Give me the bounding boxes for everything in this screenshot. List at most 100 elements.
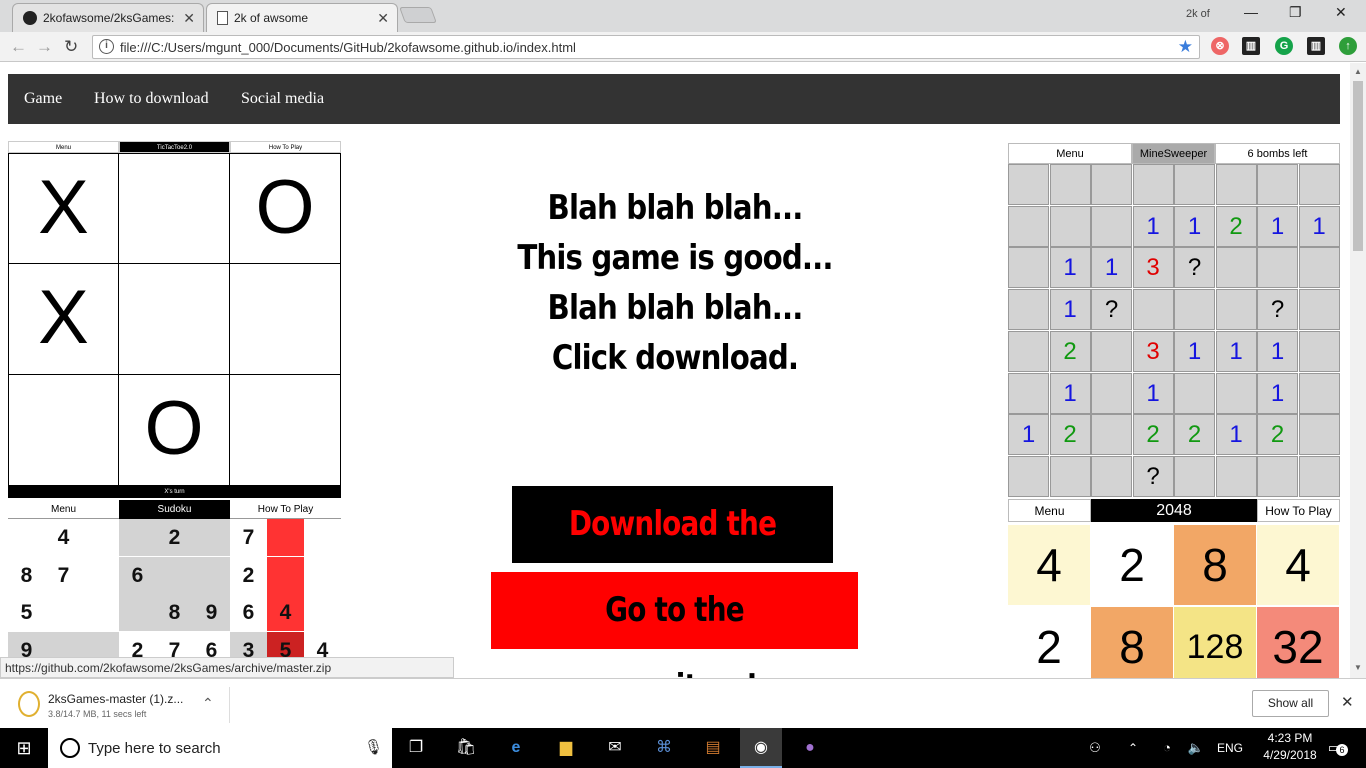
sudoku-cell[interactable]: 6 — [230, 594, 267, 631]
sudoku-cell[interactable] — [304, 519, 341, 556]
sudoku-cell[interactable]: 2 — [156, 519, 193, 556]
ms-cell[interactable] — [1174, 372, 1215, 414]
python-icon[interactable]: ⌘ — [652, 736, 676, 760]
ttt-cell[interactable]: X — [8, 153, 119, 264]
sudoku-cell[interactable] — [82, 519, 119, 556]
ms-cell[interactable] — [1215, 164, 1257, 205]
sudoku-cell[interactable]: 4 — [45, 519, 82, 556]
nav-social-media[interactable]: Social media — [241, 90, 324, 108]
ms-cell[interactable]: 1 — [1091, 247, 1132, 289]
clock-time[interactable]: 4:23 PM — [1262, 731, 1318, 745]
ms-cell[interactable]: ? — [1174, 247, 1215, 289]
mail-icon[interactable]: ✉ — [603, 736, 627, 760]
ms-menu-button[interactable]: Menu — [1008, 143, 1132, 164]
extension-icon-building-2[interactable]: ▥ — [1307, 37, 1325, 55]
ms-cell[interactable]: 2 — [1049, 414, 1091, 456]
ttt-cell[interactable] — [118, 153, 230, 264]
sudoku-cell[interactable] — [82, 594, 119, 631]
ttt-cell[interactable] — [118, 263, 230, 375]
info-icon[interactable]: i — [99, 39, 114, 54]
sudoku-how-to-play-button[interactable]: How To Play — [230, 500, 341, 519]
sudoku-cell[interactable] — [304, 594, 341, 631]
ttt-cell[interactable] — [229, 374, 341, 486]
ms-cell[interactable]: 1 — [1298, 205, 1340, 247]
ms-cell[interactable]: 1 — [1174, 330, 1215, 372]
ms-cell[interactable]: 2 — [1132, 414, 1174, 456]
ms-cell[interactable] — [1298, 164, 1340, 205]
taskbar-search[interactable]: Type here to search 🎙 — [48, 728, 392, 768]
wifi-icon[interactable]: ◔ — [1155, 736, 1179, 760]
ms-cell[interactable] — [1215, 289, 1257, 331]
scroll-down-icon[interactable]: ▼ — [1354, 663, 1362, 672]
ms-cell[interactable]: 2 — [1257, 414, 1298, 456]
sudoku-cell[interactable] — [45, 594, 82, 631]
ms-cell[interactable]: 2 — [1174, 414, 1215, 456]
ms-cell[interactable] — [1174, 289, 1215, 331]
sudoku-cell[interactable] — [82, 556, 119, 594]
ms-cell[interactable] — [1049, 455, 1091, 497]
ms-cell[interactable] — [1257, 247, 1298, 289]
ms-cell[interactable]: 1 — [1132, 205, 1174, 247]
minimize-icon[interactable]: — — [1244, 4, 1258, 20]
nav-how-to-download[interactable]: How to download — [94, 90, 209, 108]
ms-cell[interactable] — [1298, 247, 1340, 289]
ms-cell[interactable]: 1 — [1049, 247, 1091, 289]
people-icon[interactable]: ⚇ — [1083, 736, 1107, 760]
sudoku-cell[interactable] — [193, 519, 230, 556]
tray-chevron-icon[interactable]: ⌃ — [1121, 736, 1145, 760]
sudoku-cell[interactable]: 9 — [193, 594, 230, 631]
ms-cell[interactable]: 1 — [1008, 414, 1049, 456]
sudoku-menu-button[interactable]: Menu — [8, 500, 119, 519]
sudoku-cell[interactable] — [119, 519, 156, 556]
show-all-button[interactable]: Show all — [1252, 690, 1329, 717]
ms-cell[interactable] — [1298, 414, 1340, 456]
sudoku-cell[interactable]: 4 — [267, 594, 304, 631]
restore-icon[interactable]: ❐ — [1289, 4, 1302, 21]
ms-cell[interactable]: 1 — [1049, 372, 1091, 414]
profile-name[interactable]: 2k of — [1186, 8, 1210, 20]
download-item[interactable]: 2ksGames-master (1).z... 3.8/14.7 MB, 11… — [14, 687, 230, 723]
ms-cell[interactable]: 2 — [1049, 330, 1091, 372]
sudoku-cell[interactable]: 7 — [45, 556, 82, 594]
ms-cell[interactable]: 1 — [1215, 330, 1257, 372]
close-icon[interactable]: ✕ — [183, 10, 195, 27]
page-scrollbar[interactable]: ▲ ▼ — [1350, 63, 1366, 678]
ms-cell[interactable] — [1091, 414, 1132, 456]
ms-cell[interactable]: 1 — [1049, 289, 1091, 331]
store-icon[interactable]: 🛍 — [454, 736, 478, 760]
scroll-thumb[interactable] — [1353, 81, 1363, 251]
ms-cell[interactable] — [1257, 455, 1298, 497]
ms-cell[interactable] — [1091, 330, 1132, 372]
ms-cell[interactable]: 1 — [1174, 205, 1215, 247]
ms-cell[interactable] — [1091, 164, 1132, 205]
volume-icon[interactable]: 🔈 — [1184, 736, 1208, 760]
ms-cell[interactable]: 1 — [1257, 330, 1298, 372]
github-desktop-icon[interactable]: ● — [798, 736, 822, 760]
language-indicator[interactable]: ENG — [1214, 736, 1246, 760]
new-tab-button[interactable] — [399, 7, 437, 23]
ms-cell[interactable] — [1091, 372, 1132, 414]
app-icon[interactable]: ▤ — [701, 736, 725, 760]
ttt-cell[interactable]: X — [8, 263, 119, 375]
windows-start-icon[interactable]: ⊞ — [12, 736, 36, 760]
ms-cell[interactable]: 3 — [1132, 247, 1174, 289]
ms-cell[interactable] — [1298, 372, 1340, 414]
ms-cell[interactable] — [1091, 455, 1132, 497]
ms-cell[interactable] — [1257, 164, 1298, 205]
ms-cell[interactable] — [1008, 330, 1049, 372]
ms-cell[interactable]: 1 — [1132, 372, 1174, 414]
chrome-icon[interactable]: ◉ — [740, 728, 782, 768]
scroll-up-icon[interactable]: ▲ — [1354, 67, 1362, 76]
ms-cell[interactable] — [1174, 164, 1215, 205]
sudoku-cell[interactable]: 8 — [8, 556, 45, 594]
g2048-menu-button[interactable]: Menu — [1008, 499, 1091, 522]
ms-cell[interactable] — [1215, 455, 1257, 497]
ms-cell[interactable]: 2 — [1215, 205, 1257, 247]
sudoku-cell[interactable] — [119, 594, 156, 631]
ttt-cell[interactable] — [229, 263, 341, 375]
sudoku-cell[interactable] — [304, 556, 341, 594]
forward-icon[interactable]: → — [36, 37, 53, 57]
ms-cell[interactable] — [1008, 372, 1049, 414]
ms-cell[interactable] — [1049, 164, 1091, 205]
close-shelf-icon[interactable]: ✕ — [1341, 693, 1354, 711]
